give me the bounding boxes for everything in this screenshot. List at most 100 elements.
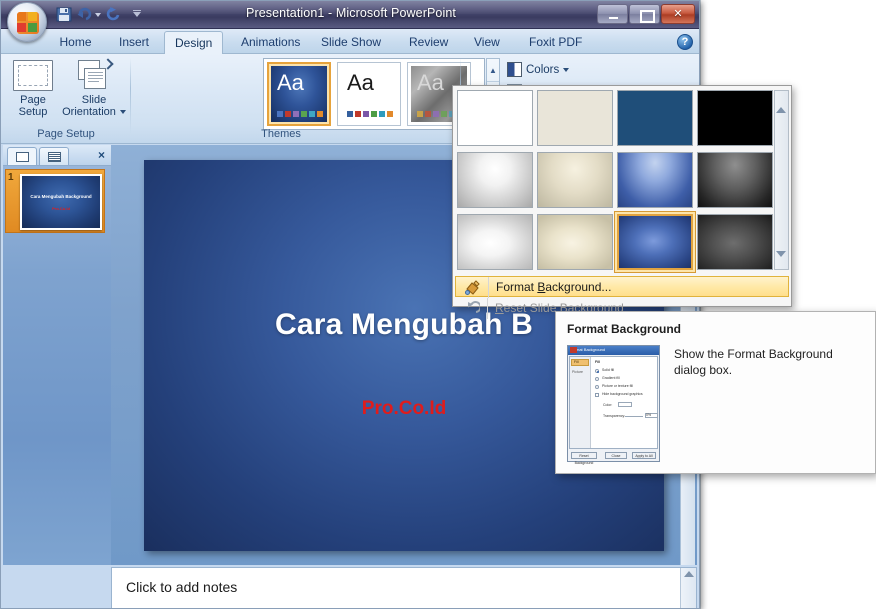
tab-slide-show[interactable]: Slide Show (311, 31, 381, 54)
undo-icon[interactable] (77, 6, 92, 23)
thumbnail-title: Cara Mengubah Background (30, 194, 92, 199)
theme-item-white[interactable]: Aa (337, 62, 401, 126)
menu-label-format-background: Format Background... (496, 280, 612, 294)
tab-insert[interactable]: Insert (109, 31, 158, 54)
gallery-scroll-up-icon[interactable] (776, 93, 787, 113)
slide-orientation-label-2: Orientation (59, 106, 129, 118)
notes-pane[interactable]: Click to add notes (111, 567, 697, 608)
preview-dialog-titlebar: Format Background (568, 346, 659, 355)
themes-scroll-up-icon[interactable]: ▲ (487, 59, 499, 82)
preview-nav-fill: Fill (574, 360, 579, 364)
preview-btn-apply-all: Apply to All (632, 452, 656, 459)
bg-style-1[interactable] (457, 90, 533, 146)
office-button[interactable] (7, 2, 47, 42)
preview-option-solid: Solid fill (602, 368, 615, 372)
background-styles-grid (457, 90, 777, 270)
title-bar: Presentation1 - Microsoft PowerPoint ✕ (1, 1, 699, 42)
bg-style-6[interactable] (537, 152, 613, 208)
thumbnail-subtitle: Pro.Co.Id (52, 206, 70, 211)
theme-thumb: Aa (341, 66, 397, 122)
bg-style-2[interactable] (537, 90, 613, 146)
slide-thumbnail-1[interactable]: 1 Cara Mengubah Background Pro.Co.Id (5, 169, 105, 233)
page-setup-label-2: Setup (18, 106, 48, 118)
preview-dialog-body: Fill Picture Fill Solid fill Gradient fi… (569, 356, 658, 449)
bg-style-3[interactable] (617, 90, 693, 146)
slide-orientation-button[interactable]: Slide Orientation (59, 58, 129, 118)
preview-transparency-value: 0% (646, 413, 652, 417)
tooltip-body: Show the Format Background dialog box. (674, 347, 833, 377)
theme-swatches (347, 111, 393, 117)
office-logo-icon (17, 12, 39, 34)
tab-design[interactable]: Design (164, 31, 223, 55)
minimize-button[interactable] (597, 4, 628, 24)
bg-style-4[interactable] (697, 90, 773, 146)
close-pane-icon[interactable]: × (98, 148, 105, 162)
bg-style-8[interactable] (697, 152, 773, 208)
format-background-icon (464, 279, 481, 296)
tab-foxit-pdf[interactable]: Foxit PDF (519, 31, 587, 54)
ribbon-group-themes: Aa Aa Aa ▲ Colors Themes (131, 54, 571, 146)
slides-pane: × 1 Cara Mengubah Background Pro.Co.Id (3, 145, 111, 565)
close-button[interactable]: ✕ (661, 4, 695, 24)
preview-label-transparency: Transparency: (603, 414, 626, 418)
group-label-themes: Themes (261, 128, 301, 140)
outline-tab-icon (48, 152, 61, 162)
background-styles-dropdown: Format Background... Reset Slide Backgro… (452, 85, 792, 319)
page-setup-icon (13, 60, 53, 91)
bg-style-7[interactable] (617, 152, 693, 208)
bg-style-10[interactable] (537, 214, 613, 270)
tooltip-title: Format Background (567, 322, 682, 336)
group-label-page-setup: Page Setup (37, 128, 95, 140)
tooltip-dialog-preview: Format Background Fill Picture Fill Soli… (567, 345, 660, 465)
slides-tab[interactable] (7, 147, 37, 165)
slide-orientation-label-1: Slide (81, 94, 107, 106)
tab-view[interactable]: View (464, 31, 509, 54)
theme-item-dark-blue[interactable]: Aa (267, 62, 331, 126)
slide-number: 1 (8, 172, 14, 183)
tab-review[interactable]: Review (399, 31, 454, 54)
preview-nav-picture: Picture (572, 370, 583, 374)
reset-background-icon (463, 300, 482, 317)
chevron-down-icon (119, 110, 126, 115)
tab-home[interactable]: Home (49, 31, 102, 54)
preview-option-picture: Picture or texture fill (602, 384, 633, 388)
slides-pane-tabs: × (3, 145, 111, 166)
close-icon: ✕ (673, 8, 683, 20)
maximize-button[interactable] (629, 4, 660, 24)
bg-style-12[interactable] (697, 214, 773, 270)
chevron-down-icon (563, 67, 570, 72)
preview-label-color: Color: (603, 403, 613, 407)
ribbon-tab-strip: Home Insert Design Animations Slide Show… (1, 29, 699, 55)
redo-icon[interactable] (105, 6, 122, 23)
slides-tab-icon (16, 152, 29, 162)
help-icon[interactable]: ? (677, 34, 693, 50)
theme-aa-label: Aa (417, 70, 444, 95)
customize-qat-icon[interactable] (128, 6, 146, 23)
theme-aa-label: Aa (347, 70, 374, 95)
notes-scroll-up-icon[interactable] (684, 571, 694, 577)
menu-format-background[interactable]: Format Background... (455, 276, 789, 298)
preview-option-gradient: Gradient fill (602, 376, 620, 380)
slide-thumbnail-preview: Cara Mengubah Background Pro.Co.Id (20, 174, 102, 230)
undo-dropdown-icon[interactable] (93, 6, 103, 23)
gallery-scroll-down-icon[interactable] (776, 251, 787, 271)
bg-style-9[interactable] (457, 214, 533, 270)
notes-placeholder: Click to add notes (126, 579, 238, 595)
theme-aa-label: Aa (277, 70, 304, 95)
outline-tab[interactable] (39, 147, 69, 165)
notes-scrollbar[interactable] (680, 568, 696, 608)
bg-style-5[interactable] (457, 152, 533, 208)
background-gallery-scrollbar[interactable] (774, 90, 789, 271)
slide-orientation-icon (76, 58, 114, 91)
preview-dialog-nav: Fill Picture (570, 357, 591, 448)
ribbon-group-page-setup: Page Setup Slide Orientation Page Setup (1, 54, 131, 144)
preview-btn-close: Close (605, 452, 627, 459)
bg-style-11-selected[interactable] (617, 214, 693, 270)
theme-swatches (277, 111, 323, 117)
theme-colors-button[interactable]: Colors (506, 60, 570, 80)
tab-animations[interactable]: Animations (231, 31, 303, 54)
tooltip-format-background: Format Background Format Background Fill… (555, 311, 876, 474)
page-setup-button[interactable]: Page Setup (7, 60, 59, 118)
preview-option-hide-graphics: Hide background graphics (602, 392, 643, 396)
save-icon[interactable] (55, 6, 73, 23)
